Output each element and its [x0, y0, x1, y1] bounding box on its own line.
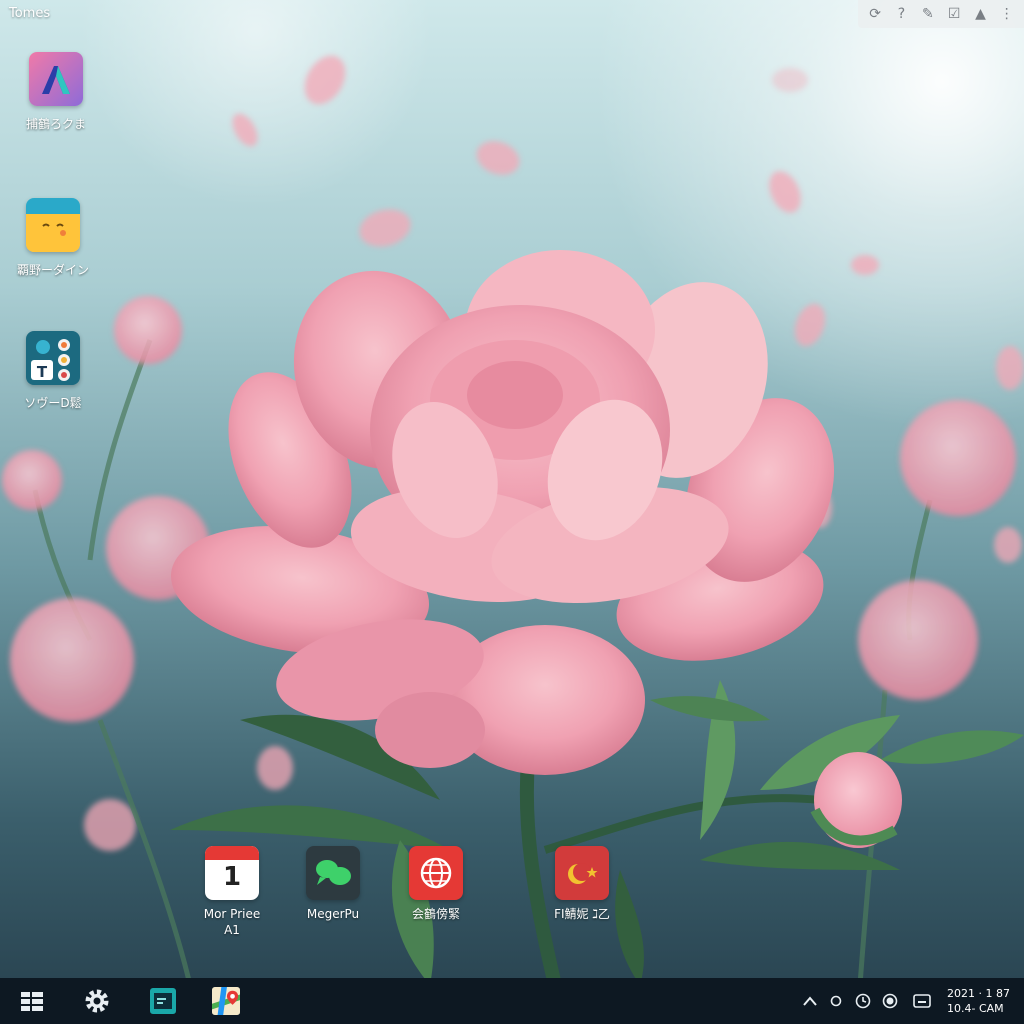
desktop-icon-label: 捕鶴ろクま: [25, 117, 86, 131]
maps-app-icon: [212, 987, 240, 1015]
desktop-icon-label: MegerPu: [306, 907, 360, 921]
clock-status-icon[interactable]: [854, 992, 872, 1010]
taskbar: 2021 · 1 87 10.4- CAM: [0, 978, 1024, 1024]
desktop-icon-flag-app[interactable]: FI鯖妮 ℷ乙: [537, 846, 627, 922]
desktop-icon-label: Mor Priee A1: [203, 907, 261, 937]
window-title: Tomes: [9, 6, 51, 21]
system-clock[interactable]: 2021 · 1 87 10.4- CAM: [947, 986, 1010, 1016]
gear-icon: [85, 989, 109, 1013]
taskbar-terminal-button[interactable]: [149, 987, 177, 1015]
taskbar-settings-button[interactable]: [83, 987, 111, 1015]
globe-icon: [409, 846, 463, 900]
help-icon[interactable]: ?: [892, 5, 910, 23]
desktop-icon-app-a[interactable]: 捕鶴ろクま: [11, 52, 101, 132]
terminal-app-icon: [150, 988, 176, 1014]
peony-artwork: [2, 55, 1024, 987]
pen-icon[interactable]: ✎: [919, 5, 937, 23]
text-tools-icon: T: [26, 331, 80, 385]
desktop-icon-folder[interactable]: 覇野ーダイン: [8, 198, 98, 278]
desktop-icon-calendar[interactable]: 1 Mor Priee A1: [187, 846, 277, 938]
checkbox-icon[interactable]: ☑: [945, 5, 963, 23]
record-status-icon[interactable]: [881, 992, 899, 1010]
lock-icon[interactable]: ▲: [971, 5, 989, 23]
desktop-wallpaper: [0, 0, 1024, 1024]
desktop-icon-label: 覇野ーダイン: [16, 263, 89, 277]
desktop-icon-tools[interactable]: T ソヴーD鬆: [8, 331, 98, 411]
start-button[interactable]: [18, 987, 46, 1015]
desktop-icon-messenger[interactable]: MegerPu: [288, 846, 378, 922]
chat-bubbles-icon: [306, 846, 360, 900]
clock-date: 2021 · 1 87: [947, 987, 1010, 1000]
desktop-icon-label: ソヴーD鬆: [24, 396, 82, 410]
taskbar-maps-button[interactable]: [212, 987, 240, 1015]
calendar-icon: 1: [205, 846, 259, 900]
more-icon[interactable]: ⋮: [998, 5, 1016, 23]
desktop-icon-browser[interactable]: 会鶴傍緊: [391, 846, 481, 922]
power-settings-icon[interactable]: ⟳: [866, 5, 884, 23]
start-menu-icon: [21, 992, 43, 1011]
calendar-day-number: 1: [222, 862, 242, 892]
notification-icon[interactable]: [913, 992, 931, 1010]
circle-status-icon[interactable]: [827, 992, 845, 1010]
smiley-folder-icon: [26, 198, 80, 252]
svg-text:T: T: [37, 363, 48, 381]
letter-a-app-icon: [29, 52, 83, 106]
tray-overflow-chevron-up-icon[interactable]: [801, 992, 819, 1010]
top-tray: ⟳ ? ✎ ☑ ▲ ⋮: [858, 0, 1024, 28]
crescent-star-icon: [555, 846, 609, 900]
desktop-icon-label: 会鶴傍緊: [411, 907, 460, 921]
clock-time: 10.4- CAM: [947, 1002, 1004, 1015]
desktop-icon-label: FI鯖妮 ℷ乙: [554, 907, 610, 921]
